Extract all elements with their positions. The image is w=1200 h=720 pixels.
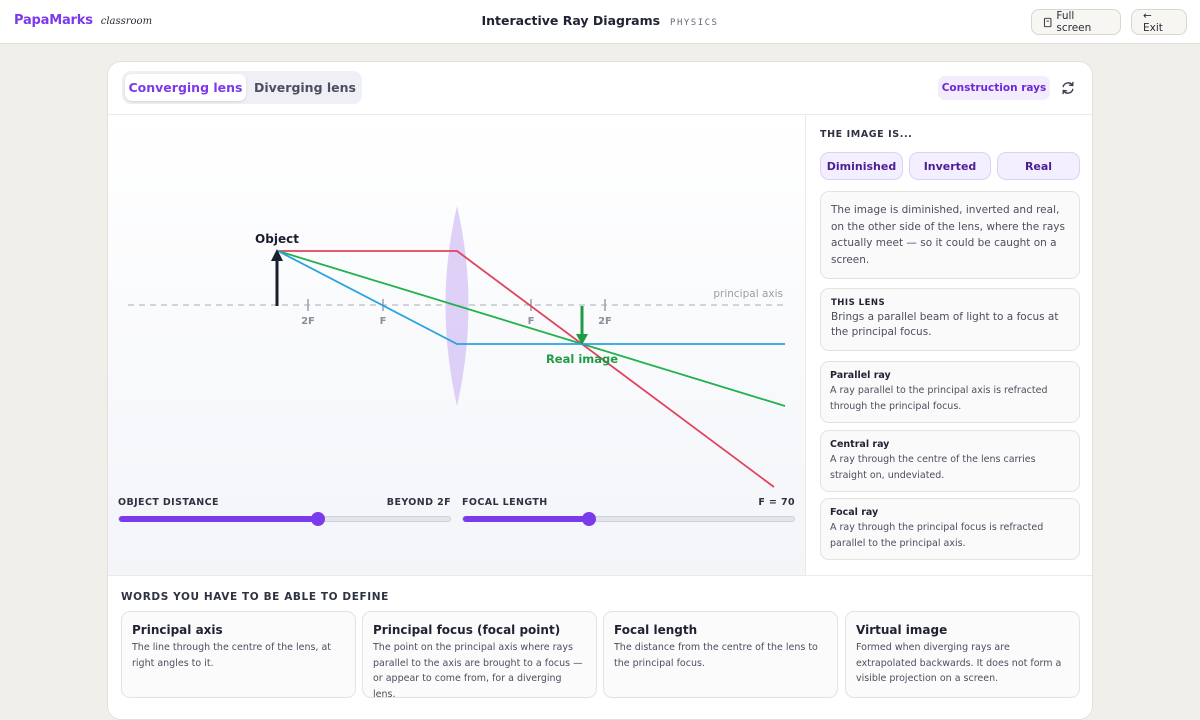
axis-label: principal axis <box>713 288 783 300</box>
definition-term: Virtual image <box>856 623 948 637</box>
refresh-icon[interactable] <box>1058 78 1078 98</box>
this-lens-heading: THIS LENS <box>831 298 886 308</box>
object-distance-thumb[interactable] <box>310 512 325 526</box>
definition-term: Principal axis <box>132 623 223 637</box>
definition-term: Focal length <box>614 623 698 637</box>
fullscreen-icon <box>1043 17 1052 27</box>
central-ray-title: Central ray <box>830 439 890 450</box>
chip-real: Real <box>997 152 1080 180</box>
top-bar: PapaMarks classroom Interactive Ray Diag… <box>0 0 1200 44</box>
subject-tag: PHYSICS <box>670 18 719 28</box>
fullscreen-label: Full screen <box>1056 10 1092 34</box>
definition-text: Formed when diverging rays are extrapola… <box>856 642 1062 684</box>
exit-label: ← Exit <box>1143 10 1163 34</box>
fullscreen-button[interactable]: Full screen <box>1031 9 1121 35</box>
tick-label-f-right: F <box>528 316 535 327</box>
focal-ray-title: Focal ray <box>830 507 879 518</box>
definition-term: Principal focus (focal point) <box>373 623 561 637</box>
object-distance-fill <box>119 516 318 522</box>
focal-length-slider[interactable] <box>462 512 795 526</box>
central-ray <box>277 250 786 407</box>
tick-label-f-left: F <box>380 316 387 327</box>
image-description: The image is diminished, inverted and re… <box>831 204 1065 266</box>
ray-diagram-canvas: principal axis 2F F F 2F Object Real ima <box>128 206 786 488</box>
definition-text: The line through the centre of the lens,… <box>132 642 332 669</box>
focal-ray-text: A ray through the principal focus is ref… <box>830 522 1044 549</box>
card-header: Converging lens Diverging lens Construct… <box>108 62 1092 115</box>
central-ray-card: Central ray A ray through the centre of … <box>820 430 1080 492</box>
image-description-box: The image is diminished, inverted and re… <box>820 191 1080 279</box>
definition-text: The point on the principal axis where ra… <box>373 642 583 700</box>
object-distance-value: BEYOND 2F <box>386 497 451 508</box>
definitions-heading: WORDS YOU HAVE TO BE ABLE TO DEFINE <box>121 591 389 603</box>
image-properties-panel: THE IMAGE IS... Diminished Inverted Real… <box>807 115 1092 575</box>
definition-card-principal-axis: Principal axis The line through the cent… <box>121 611 356 698</box>
focal-length-thumb[interactable] <box>581 512 596 526</box>
lens-type-toggle: Converging lens Diverging lens <box>122 71 362 104</box>
focal-ray <box>277 250 785 345</box>
tick-label-2f-right: 2F <box>598 316 612 327</box>
focal-length-fill <box>463 516 589 522</box>
definition-card-virtual-image: Virtual image Formed when diverging rays… <box>845 611 1080 698</box>
parallel-ray-card: Parallel ray A ray parallel to the princ… <box>820 361 1080 423</box>
tick-label-2f-left: 2F <box>301 316 315 327</box>
definitions-section: WORDS YOU HAVE TO BE ABLE TO DEFINE Prin… <box>108 575 1092 719</box>
image-label: Real image <box>546 352 618 366</box>
parallel-ray-title: Parallel ray <box>830 370 891 381</box>
object-label: Object <box>255 232 299 246</box>
parallel-ray <box>278 250 775 488</box>
exit-button[interactable]: ← Exit <box>1131 9 1187 35</box>
this-lens-text: Brings a parallel beam of light to a foc… <box>831 311 1059 338</box>
image-heading: THE IMAGE IS... <box>820 129 913 140</box>
object-distance-slider[interactable] <box>118 512 451 526</box>
construction-rays-button[interactable]: Construction rays <box>938 76 1050 100</box>
focal-length-label: FOCAL LENGTH <box>462 497 548 508</box>
central-ray-text: A ray through the centre of the lens car… <box>830 454 1036 481</box>
page-title: Interactive Ray Diagrams PHYSICS <box>0 13 1200 28</box>
lens-card: Converging lens Diverging lens Construct… <box>107 61 1093 720</box>
chip-diminished: Diminished <box>820 152 903 180</box>
ray-diagram: principal axis 2F F F 2F Object Real ima <box>108 115 806 575</box>
focal-length-value: F = 70 <box>758 497 795 508</box>
object-distance-label: OBJECT DISTANCE <box>118 497 219 508</box>
definition-text: The distance from the centre of the lens… <box>614 642 818 669</box>
parallel-ray-text: A ray parallel to the principal axis is … <box>830 385 1048 412</box>
definition-card-focal-length: Focal length The distance from the centr… <box>603 611 838 698</box>
page-title-text: Interactive Ray Diagrams <box>481 13 661 28</box>
tab-converging-lens[interactable]: Converging lens <box>125 74 246 101</box>
focal-ray-card: Focal ray A ray through the principal fo… <box>820 498 1080 560</box>
this-lens-box: THIS LENS Brings a parallel beam of ligh… <box>820 288 1080 351</box>
chip-inverted: Inverted <box>909 152 991 180</box>
tab-diverging-lens[interactable]: Diverging lens <box>250 74 360 101</box>
definition-card-principal-focus: Principal focus (focal point) The point … <box>362 611 597 700</box>
